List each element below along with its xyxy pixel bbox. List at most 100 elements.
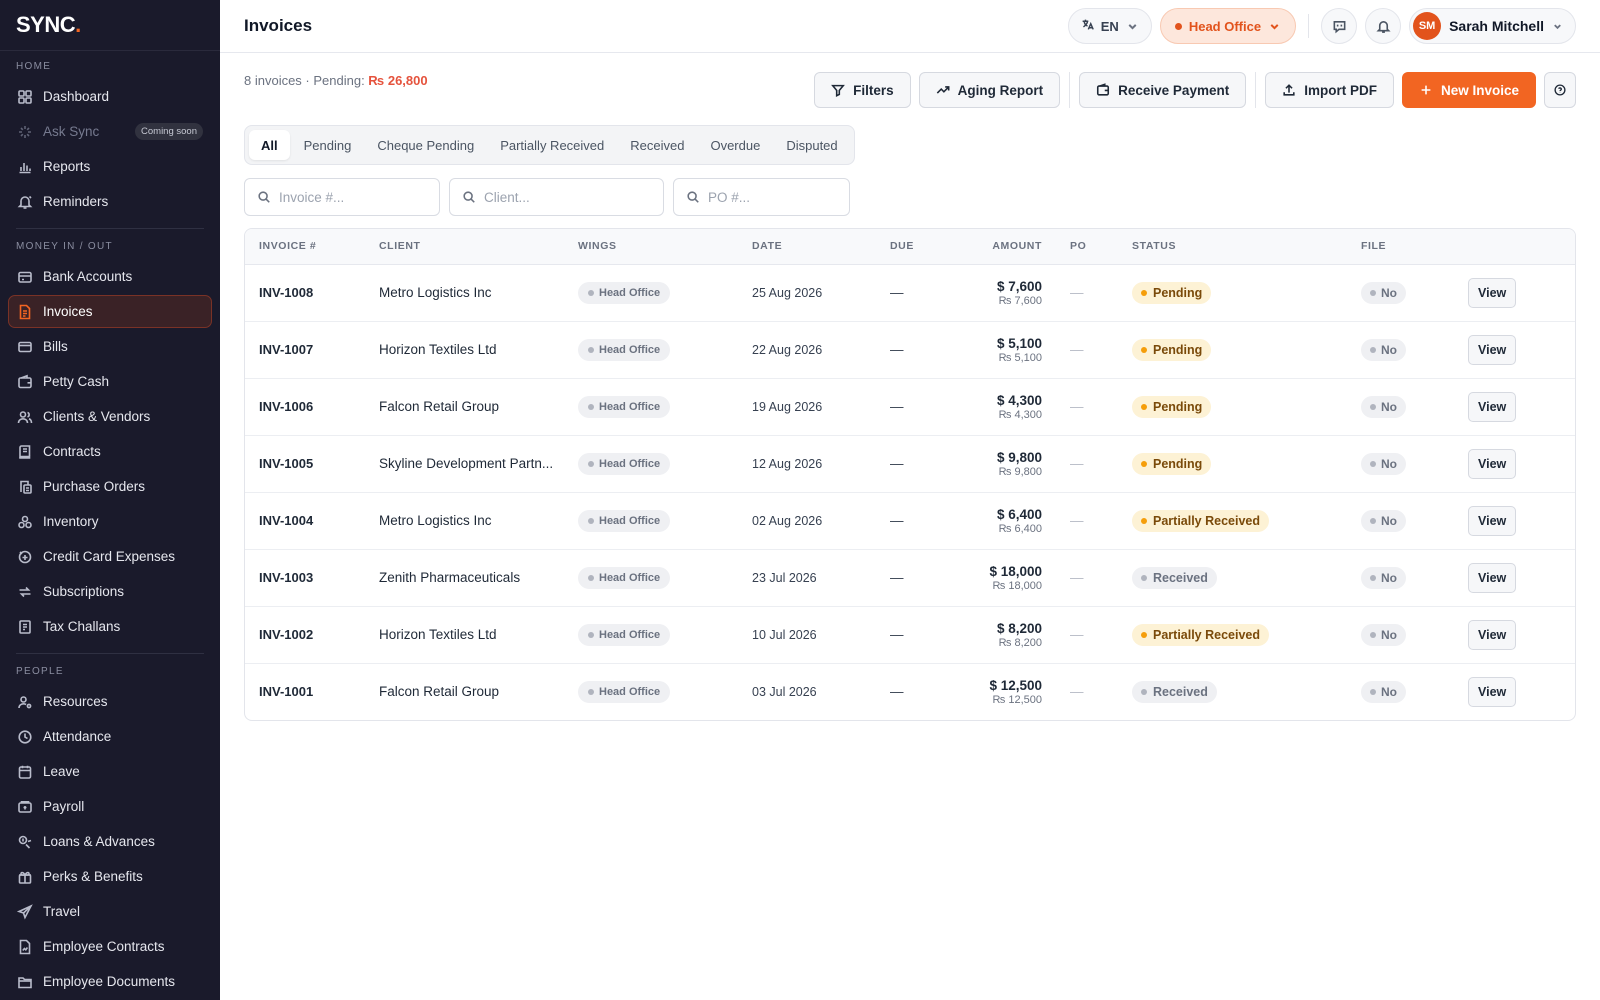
client-search-input[interactable]: Client... (449, 178, 664, 216)
invoice-search-input[interactable]: Invoice #... (244, 178, 440, 216)
status-badge: Received (1132, 680, 1217, 703)
po-cell: — (1070, 513, 1084, 528)
sidebar-item-petty-cash[interactable]: Petty Cash (8, 365, 212, 398)
view-button[interactable]: View (1468, 334, 1517, 365)
action-cell: View (1454, 492, 1575, 549)
invoice-number-cell[interactable]: INV-1001 (245, 663, 365, 720)
sidebar-item-resources[interactable]: Resources (8, 685, 212, 718)
sidebar-item-reports[interactable]: Reports (8, 150, 212, 183)
messages-button[interactable] (1321, 8, 1358, 44)
tab-overdue[interactable]: Overdue (698, 130, 772, 160)
aging-report-label: Aging Report (957, 82, 1044, 98)
view-button[interactable]: View (1468, 619, 1517, 650)
sidebar-item-leave[interactable]: Leave (8, 755, 212, 788)
sidebar-item-reminders[interactable]: Reminders (8, 185, 212, 218)
po-cell: — (1070, 399, 1084, 414)
brand-logo[interactable]: SYNC. (0, 0, 220, 51)
file-cell: No (1347, 606, 1454, 663)
branch-dot (1174, 22, 1182, 30)
sidebar-item-bank-accounts[interactable]: Bank Accounts (8, 260, 212, 293)
sidebar-item-credit-card-expenses[interactable]: Credit Card Expenses (8, 540, 212, 573)
view-button[interactable]: View (1468, 505, 1517, 536)
action-cell: View (1454, 264, 1575, 321)
invoice-number-cell[interactable]: INV-1007 (245, 321, 365, 378)
column-header: WINGS (564, 229, 738, 265)
po-search-input[interactable]: PO #... (673, 178, 850, 216)
sidebar-item-subscriptions[interactable]: Subscriptions (8, 575, 212, 608)
tab-partially-received[interactable]: Partially Received (488, 130, 616, 160)
notifications-button[interactable] (1365, 8, 1402, 44)
sidebar-item-bills[interactable]: Bills (8, 330, 212, 363)
sidebar-item-label: Inventory (43, 514, 99, 529)
sidebar-item-dashboard[interactable]: Dashboard (8, 80, 212, 113)
tab-cheque-pending[interactable]: Cheque Pending (365, 130, 486, 160)
bill-icon (17, 339, 33, 355)
file-dot (1370, 688, 1376, 695)
due-cell: — (890, 570, 904, 585)
invoice-number-cell[interactable]: INV-1002 (245, 606, 365, 663)
sidebar-item-inventory[interactable]: Inventory (8, 505, 212, 538)
sidebar-item-attendance[interactable]: Attendance (8, 720, 212, 753)
sidebar-item-label: Travel (43, 904, 81, 919)
date-cell: 23 Jul 2026 (752, 570, 817, 585)
badge-dot (588, 517, 594, 524)
sidebar-item-contracts[interactable]: Contracts (8, 435, 212, 468)
view-button[interactable]: View (1468, 391, 1517, 422)
table-header: INVOICE # CLIENT WINGS DATE DUE AMOUNT PO STATU… (245, 229, 1575, 265)
help-button[interactable] (1544, 72, 1576, 108)
language-selector[interactable]: EN (1067, 8, 1152, 44)
import-pdf-button[interactable]: Import PDF (1265, 72, 1394, 108)
sidebar-item-ask-sync[interactable]: Ask Sync Coming soon (8, 115, 212, 148)
sidebar-item-employee-documents[interactable]: Employee Documents (8, 965, 212, 998)
table-row[interactable]: INV-1007 Horizon Textiles Ltd Head Office 2… (245, 321, 1575, 378)
table-row[interactable]: INV-1002 Horizon Textiles Ltd Head Office 1… (245, 606, 1575, 663)
sidebar-item-purchase-orders[interactable]: Purchase Orders (8, 470, 212, 503)
tab-all[interactable]: All (249, 130, 290, 160)
sidebar-item-perks-benefits[interactable]: Perks & Benefits (8, 860, 212, 893)
invoice-number-cell[interactable]: INV-1005 (245, 435, 365, 492)
file-dot (1370, 517, 1376, 524)
tab-received[interactable]: Received (618, 130, 696, 160)
filters-button[interactable]: Filters (814, 72, 911, 108)
view-button[interactable]: View (1468, 448, 1517, 479)
invoice-number-cell[interactable]: INV-1006 (245, 378, 365, 435)
sidebar-item-label: Tax Challans (43, 619, 121, 634)
invoice-number-cell[interactable]: INV-1003 (245, 549, 365, 606)
view-button[interactable]: View (1468, 676, 1517, 707)
view-button[interactable]: View (1468, 277, 1517, 308)
table-row[interactable]: INV-1004 Metro Logistics Inc Head Office 02… (245, 492, 1575, 549)
file-label: No (1381, 570, 1397, 585)
tab-disputed[interactable]: Disputed (774, 130, 849, 160)
sidebar-item-invoices[interactable]: Invoices (8, 295, 212, 328)
table-row[interactable]: INV-1003 Zenith Pharmaceuticals Head Offic… (245, 549, 1575, 606)
sidebar-divider (16, 653, 204, 654)
invoice-number-cell[interactable]: INV-1008 (245, 264, 365, 321)
user-menu[interactable]: SM Sarah Mitchell (1409, 8, 1576, 44)
invoice-number-cell[interactable]: INV-1004 (245, 492, 365, 549)
receive-payment-button[interactable]: Receive Payment (1079, 72, 1247, 108)
column-header: CLIENT (365, 229, 564, 265)
sidebar-item-tax-challans[interactable]: Tax Challans (8, 610, 212, 643)
amount-usd: $ 4,300 (996, 392, 1042, 408)
new-invoice-button[interactable]: New Invoice (1401, 72, 1536, 108)
sidebar-item-travel[interactable]: Travel (8, 895, 212, 928)
table-row[interactable]: INV-1005 Skyline Development Partn... Head… (245, 435, 1575, 492)
table-row[interactable]: INV-1001 Falcon Retail Group Head Office 03… (245, 663, 1575, 720)
file-cell: No (1347, 321, 1454, 378)
sidebar-item-employee-contracts[interactable]: Employee Contracts (8, 930, 212, 963)
tab-pending[interactable]: Pending (292, 130, 364, 160)
table-row[interactable]: INV-1008 Metro Logistics Inc Head Office 25… (245, 264, 1575, 321)
plane-icon (17, 903, 33, 920)
branch-selector[interactable]: Head Office (1159, 8, 1297, 44)
sidebar-item-loans-advances[interactable]: Loans & Advances (8, 825, 212, 858)
file-badge: No (1361, 395, 1406, 418)
view-button[interactable]: View (1468, 562, 1517, 593)
sidebar-item-clients-vendors[interactable]: Clients & Vendors (8, 400, 212, 433)
aging-report-button[interactable]: Aging Report (918, 72, 1061, 108)
table-row[interactable]: INV-1006 Falcon Retail Group Head Office 19… (245, 378, 1575, 435)
sidebar: SYNC. HOME Dashboard Ask Sync Coming soon Re… (0, 0, 220, 1000)
file-label: No (1381, 342, 1397, 357)
amount-usd: $ 9,800 (996, 449, 1042, 465)
sidebar-item-payroll[interactable]: Payroll (8, 790, 212, 823)
date-cell: 25 Aug 2026 (752, 285, 823, 300)
